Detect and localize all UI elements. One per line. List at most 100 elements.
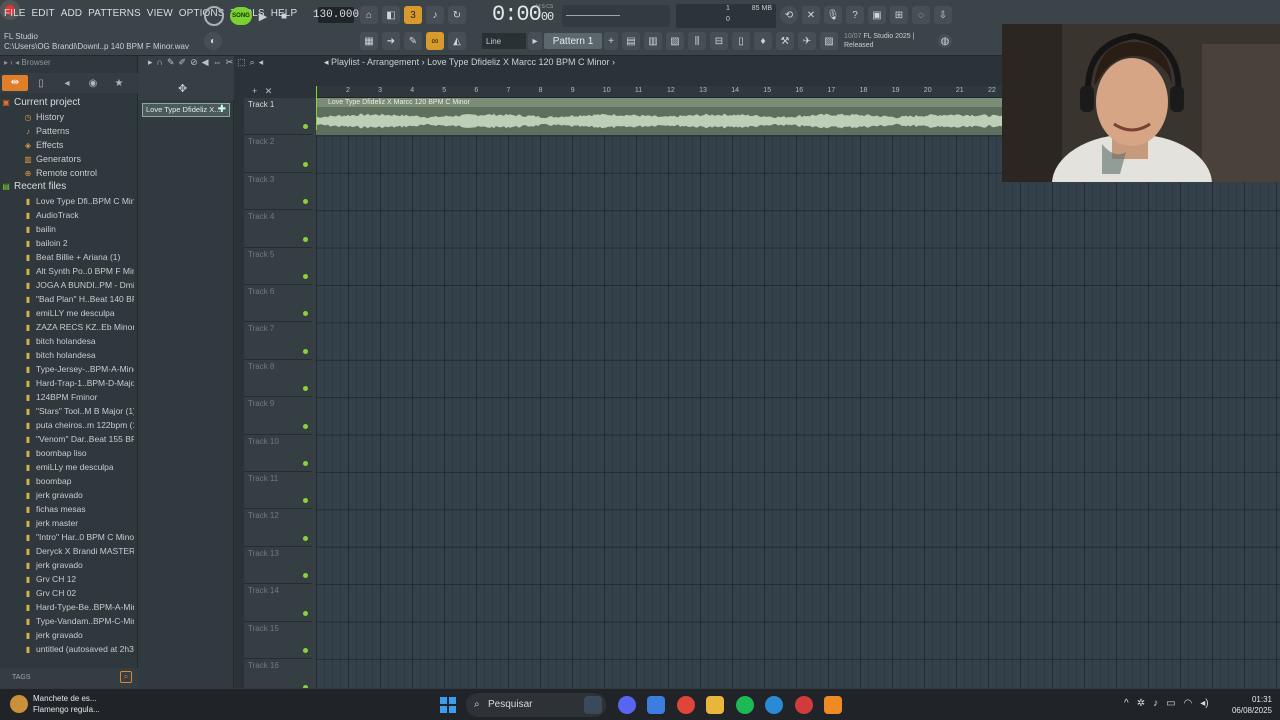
recent-file-item[interactable]: ▮ "Venom" Dar..Beat 155 BPM [0,432,134,446]
recent-file-item[interactable]: ▮ boombap [0,474,134,488]
pattern-song-knob-icon[interactable] [204,6,224,26]
menu-file[interactable]: FILE [4,8,26,19]
help-icon[interactable]: ? [846,6,864,24]
track-header[interactable]: Track 13 [244,547,312,585]
countdown-icon[interactable]: 3 [404,6,422,24]
paint-icon[interactable]: ✐ [179,57,187,68]
metronome-icon[interactable]: ⌂ [360,6,378,24]
recent-file-item[interactable]: ▮ Beat Billie + Ariana (1) [0,250,134,264]
chat-icon[interactable]: ◌ [912,6,930,24]
track-led-icon[interactable] [303,423,308,429]
recent-file-item[interactable]: ▮ jerk gravado [0,628,134,642]
track-header[interactable]: Track 9 [244,397,312,435]
menu-edit[interactable]: EDIT [32,8,55,19]
tools-icon[interactable]: ⚒ [776,32,794,50]
folder-recent-files[interactable]: ▤ Recent files [0,180,134,194]
app-icon-1[interactable] [584,696,602,714]
slice-icon[interactable]: ✂ [226,57,234,68]
track-led-icon[interactable] [303,348,308,354]
channel-rack-icon[interactable]: ▥ [644,32,662,50]
zoom-icon[interactable]: ⌕ [250,57,255,68]
draw-icon[interactable]: ✎ [167,57,175,68]
edge-icon[interactable] [765,696,783,714]
recent-file-item[interactable]: ▮ Hard-Trap-1..BPM-D-Major [0,376,134,390]
blend-notes-icon[interactable]: ♪ [426,6,444,24]
plugin-picker-icon[interactable]: ▯ [732,32,750,50]
picker-clip-item[interactable]: Love Type Dfideliz X... ✚ [142,103,230,117]
track-header[interactable]: Track 7 [244,322,312,360]
menu-patterns[interactable]: PATTERNS [88,8,141,19]
track-header[interactable]: Track 1 [244,98,312,136]
track-header[interactable]: Track 8 [244,360,312,398]
recent-file-item[interactable]: ▮ Grv CH 02 [0,586,134,600]
volume-icon[interactable]: ◂) [1200,698,1208,709]
wifi-icon[interactable]: ◠ [1184,698,1193,709]
track-header[interactable]: Track 6 [244,285,312,323]
track-led-icon[interactable] [303,199,308,205]
track-led-icon[interactable] [303,273,308,279]
recent-file-item[interactable]: ▮ Type-Jersey-..BPM-A-Minor [0,362,134,376]
playlist-grid[interactable]: Love Type Dfideliz X Marcc 120 BPM C Min… [316,98,1280,688]
menu-add[interactable]: ADD [61,8,82,19]
recent-file-item[interactable]: ▮ AudioTrack [0,208,134,222]
track-header[interactable]: Track 3 [244,173,312,211]
audio-clip[interactable]: Love Type Dfideliz X Marcc 120 BPM C Min… [316,98,1002,135]
track-led-icon[interactable] [303,386,308,392]
script-icon[interactable]: ▨ [820,32,838,50]
microphone-tray-icon[interactable]: ♪ [1153,698,1158,709]
recent-file-item[interactable]: ▮ untitled (autosaved at 2h36) [0,642,134,656]
recent-file-item[interactable]: ▮ bailin [0,222,134,236]
download-icon[interactable]: ⇩ [934,6,952,24]
track-header[interactable]: Track 4 [244,210,312,248]
mixer-view-icon[interactable]: ⫼ [688,32,706,50]
recent-file-item[interactable]: ▮ bitch holandesa [0,348,134,362]
song-mode-button[interactable]: SONG [230,7,252,25]
track-header[interactable]: Track 5 [244,248,312,285]
stop-button[interactable]: ■ [275,7,293,25]
pattern-selector[interactable]: Pattern 1 [544,33,602,49]
recent-file-item[interactable]: ▮ ZAZA RECS KZ..Eb Minor (1) [0,320,134,334]
tags-label[interactable]: TAGS [12,674,31,681]
save-icon[interactable]: ▣ [868,6,886,24]
track-led-icon[interactable] [303,124,308,130]
track-led-icon[interactable] [303,647,308,653]
track-header[interactable]: Track 14 [244,584,312,622]
browser-view-icon[interactable]: ⊟ [710,32,728,50]
folder-current-project[interactable]: ▣ Current project [0,96,134,110]
recent-file-item[interactable]: ▮ 124BPM Fminor [0,390,134,404]
track-led-icon[interactable] [303,236,308,242]
wait-input-icon[interactable]: ◧ [382,6,400,24]
recent-file-item[interactable]: ▮ jerk gravado [0,488,134,502]
pencil-icon[interactable]: ✎ [404,32,422,50]
track-header[interactable]: Track 11 [244,472,312,510]
project-item[interactable]: ◈ Effects [0,138,134,152]
start-button[interactable] [440,697,456,713]
snap-selector[interactable]: Line [482,33,526,49]
playlist-menu-icon[interactable]: ▸ [148,57,153,68]
touch-keyboard-icon[interactable]: ♦ [754,32,772,50]
recent-file-item[interactable]: ▮ Love Type Dfi..BPM C Minor [0,194,134,208]
recent-file-item[interactable]: ▮ Type-Vandam..BPM-C-Minor [0,614,134,628]
breadcrumb-clip[interactable]: Love Type Dfideliz X Marcc 120 BPM C Min… [427,57,609,67]
breadcrumb-view[interactable]: Playlist - Arrangement [331,57,419,67]
tuner-icon[interactable]: ✈ [798,32,816,50]
track-header[interactable]: Track 2 [244,135,312,173]
link-icon[interactable]: ∞ [426,32,444,50]
recent-file-item[interactable]: ▮ "Intro" Har..0 BPM C Minor [0,530,134,544]
playlist-icon[interactable]: ▤ [622,32,640,50]
track-led-icon[interactable] [303,573,308,579]
recent-file-item[interactable]: ▮ Grv CH 12 [0,572,134,586]
microphone-icon[interactable]: 🎙 [824,6,842,24]
globe-icon[interactable]: ◍ [938,34,952,48]
search-icon[interactable]: ⌕ [120,671,132,683]
recent-file-item[interactable]: ▮ JOGA A BUNDI..PM - Dminor [0,278,134,292]
track-header[interactable]: Track 12 [244,509,312,547]
browser-tab-plugins-icon[interactable]: ◂ [54,78,80,89]
chrome-profile-icon[interactable] [795,696,813,714]
playback-icon[interactable]: ◂ [259,57,264,68]
delete-icon[interactable]: ⊘ [190,57,198,68]
track-led-icon[interactable] [303,311,308,317]
copilot-icon[interactable] [647,696,665,714]
piano-roll-view-icon[interactable]: ▧ [666,32,684,50]
mute-icon[interactable]: ◀ [202,57,209,68]
